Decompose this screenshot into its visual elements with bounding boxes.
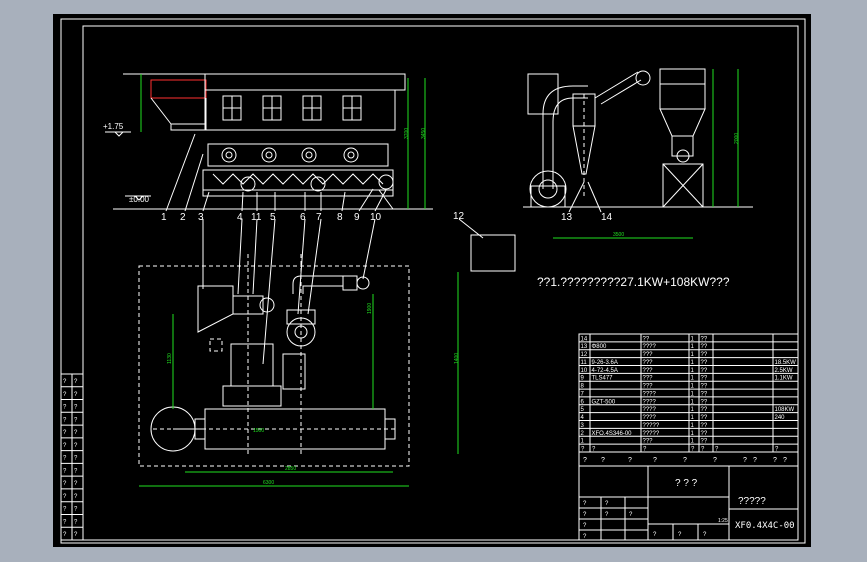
- title-mark: ?: [783, 457, 787, 464]
- callout-2: 2: [180, 212, 186, 223]
- title-sub-mark: ?: [583, 512, 587, 518]
- callout-1: 1: [161, 212, 167, 223]
- rev-cell: ?: [74, 379, 78, 385]
- rev-cell: ?: [74, 392, 78, 398]
- title-sub-mark: ?: [653, 532, 657, 538]
- dim-d8: 2000: [734, 133, 740, 144]
- title-mark: ?: [601, 457, 605, 464]
- cad-viewport[interactable]: ?????????????????????????? ±0.00 +1.75 3…: [53, 14, 811, 547]
- parts-table: 14?? 1 ??13 Φ800???? 1 ??12??? 1 ??11 9-26-3.6A?…: [578, 333, 799, 453]
- rev-cell: ?: [63, 392, 67, 398]
- dim-d4: 1400: [454, 353, 460, 364]
- callout-8: 8: [337, 212, 343, 223]
- title-drawing-no: XF0.4X4C-00: [735, 521, 795, 531]
- title-mark: ?: [713, 457, 717, 464]
- title-mark: ?: [743, 457, 747, 464]
- rev-cell: ?: [63, 405, 67, 411]
- callout-13: 13: [561, 212, 573, 223]
- rev-cell: ?: [74, 481, 78, 487]
- plan-view: 6300 2850 1400 1130 1900 1500: [138, 218, 460, 487]
- dim-d7: 3500: [613, 232, 624, 238]
- dim-d5: 3450: [421, 128, 427, 139]
- title-mark: ?: [773, 457, 777, 464]
- title-mark: ?: [683, 457, 687, 464]
- title-mark: ?: [753, 457, 757, 464]
- title-name-b: ?????: [738, 496, 766, 507]
- callout-10: 10: [370, 212, 382, 223]
- title-sub-mark: ?: [703, 532, 707, 538]
- rev-cell: ?: [63, 494, 67, 500]
- title-sub-mark: ?: [605, 512, 609, 518]
- cyclone-elevation: 3500 2000 13 14: [523, 68, 753, 239]
- dim-d3: 2850: [285, 466, 296, 472]
- title-block: ? ? ? ????? XF0.4X4C-00 1:25 ???????????…: [578, 451, 799, 541]
- dim-d9: 1900: [367, 303, 373, 314]
- dim-d2: 1130: [167, 353, 173, 364]
- callout-12: 12: [453, 211, 465, 222]
- dim-d6: 6300: [263, 480, 274, 486]
- title-mark: ?: [653, 457, 657, 464]
- rev-cell: ?: [74, 494, 78, 500]
- title-name-a: ? ? ?: [675, 478, 698, 489]
- rev-cell: ?: [74, 519, 78, 525]
- rev-cell: ?: [63, 468, 67, 474]
- rev-cell: ?: [63, 507, 67, 513]
- power-note: ??1.?????????27.1KW+108KW???: [537, 275, 730, 289]
- rev-cell: ?: [63, 519, 67, 525]
- rev-cell: ?: [63, 417, 67, 423]
- rev-cell: ?: [74, 417, 78, 423]
- dim-d1: 3700: [404, 128, 410, 139]
- rev-cell: ?: [74, 405, 78, 411]
- title-sub-mark: ?: [583, 534, 587, 540]
- rev-cell: ?: [74, 507, 78, 513]
- callouts-elevation: 1 2 3 4 11 5 6 7 8 9 10: [161, 133, 387, 223]
- title-sub-mark: ?: [583, 501, 587, 507]
- rev-cell: ?: [63, 456, 67, 462]
- rev-cell: ?: [74, 468, 78, 474]
- callout-9: 9: [354, 212, 360, 223]
- level-top: +1.75: [103, 122, 124, 131]
- rev-cell: ?: [63, 430, 67, 436]
- title-mark: ?: [628, 457, 632, 464]
- rev-cell: ?: [74, 456, 78, 462]
- title-sub-mark: ?: [583, 523, 587, 529]
- title-mark: ?: [583, 457, 587, 464]
- rev-cell: ?: [63, 379, 67, 385]
- title-sub-mark: ?: [678, 532, 682, 538]
- title-sub-mark: ?: [605, 501, 609, 507]
- rev-cell: ?: [63, 443, 67, 449]
- callout-14: 14: [601, 212, 613, 223]
- left-revision-table: ??????????????????????????: [60, 373, 84, 541]
- rev-cell: ?: [74, 430, 78, 436]
- dryer-elevation: ±0.00 +1.75 3700 3450: [103, 73, 433, 210]
- rev-cell: ?: [63, 532, 67, 538]
- drawing-canvas: ?????????????????????????? ±0.00 +1.75 3…: [60, 18, 806, 544]
- dim-d10: 1500: [253, 428, 264, 434]
- rev-cell: ?: [74, 443, 78, 449]
- rev-cell: ?: [63, 481, 67, 487]
- title-sub-mark: ?: [629, 512, 633, 518]
- rev-cell: ?: [74, 532, 78, 538]
- title-scale: 1:25: [718, 518, 728, 524]
- control-cabinet: [470, 234, 516, 272]
